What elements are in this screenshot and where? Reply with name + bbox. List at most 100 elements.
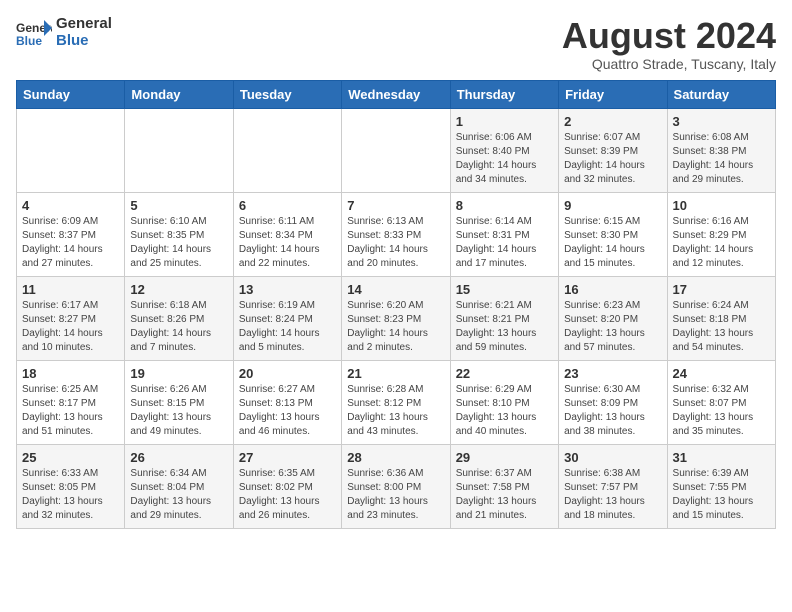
week-row-1: 1Sunrise: 6:06 AM Sunset: 8:40 PM Daylig… xyxy=(17,108,776,192)
calendar-cell: 16 Sunrise: 6:23 AM Sunset: 8:20 PM Dayli… xyxy=(559,276,667,360)
day-number: 17 xyxy=(673,282,770,297)
day-info: Sunrise: 6:11 AM Sunset: 8:34 PM Dayligh… xyxy=(239,215,336,271)
calendar-cell: 24 Sunrise: 6:32 AM Sunset: 8:07 PM Dayli… xyxy=(667,360,775,444)
day-info: Sunrise: 6:18 AM Sunset: 8:26 PM Dayligh… xyxy=(130,299,227,355)
day-info: Sunrise: 6:36 AM Sunset: 8:00 PM Dayligh… xyxy=(347,467,444,523)
day-number: 18 xyxy=(22,366,119,381)
day-info: Sunrise: 6:09 AM Sunset: 8:37 PM Dayligh… xyxy=(22,215,119,271)
day-info: Sunrise: 6:14 AM Sunset: 8:31 PM Dayligh… xyxy=(456,215,553,271)
day-info: Sunrise: 6:32 AM Sunset: 8:07 PM Dayligh… xyxy=(673,383,770,439)
day-info: Sunrise: 6:21 AM Sunset: 8:21 PM Dayligh… xyxy=(456,299,553,355)
day-info: Sunrise: 6:06 AM Sunset: 8:40 PM Dayligh… xyxy=(456,131,553,187)
calendar-cell: 9 Sunrise: 6:15 AM Sunset: 8:30 PM Daylig… xyxy=(559,192,667,276)
calendar-cell: 2 Sunrise: 6:07 AM Sunset: 8:39 PM Daylig… xyxy=(559,108,667,192)
calendar-cell: 7Sunrise: 6:13 AM Sunset: 8:33 PM Daylig… xyxy=(342,192,450,276)
day-number: 28 xyxy=(347,450,444,465)
logo-icon: General Blue xyxy=(16,18,52,48)
logo-general: General xyxy=(56,16,112,33)
weekday-header-thursday: Thursday xyxy=(450,80,558,108)
title-block: August 2024 Quattro Strade, Tuscany, Ita… xyxy=(562,16,776,72)
day-number: 22 xyxy=(456,366,553,381)
day-number: 26 xyxy=(130,450,227,465)
calendar-cell: 20 Sunrise: 6:27 AM Sunset: 8:13 PM Dayli… xyxy=(233,360,341,444)
calendar-cell: 23 Sunrise: 6:30 AM Sunset: 8:09 PM Dayli… xyxy=(559,360,667,444)
calendar-cell: 1Sunrise: 6:06 AM Sunset: 8:40 PM Daylig… xyxy=(450,108,558,192)
day-info: Sunrise: 6:27 AM Sunset: 8:13 PM Dayligh… xyxy=(239,383,336,439)
week-row-5: 25 Sunrise: 6:33 AM Sunset: 8:05 PM Dayli… xyxy=(17,444,776,528)
day-info: Sunrise: 6:24 AM Sunset: 8:18 PM Dayligh… xyxy=(673,299,770,355)
day-info: Sunrise: 6:25 AM Sunset: 8:17 PM Dayligh… xyxy=(22,383,119,439)
day-number: 21 xyxy=(347,366,444,381)
day-number: 31 xyxy=(673,450,770,465)
day-number: 7 xyxy=(347,198,444,213)
logo: General Blue General Blue xyxy=(16,16,112,49)
weekday-header-friday: Friday xyxy=(559,80,667,108)
weekday-header-saturday: Saturday xyxy=(667,80,775,108)
day-number: 10 xyxy=(673,198,770,213)
day-number: 16 xyxy=(564,282,661,297)
calendar-cell: 5 Sunrise: 6:10 AM Sunset: 8:35 PM Daylig… xyxy=(125,192,233,276)
day-number: 6 xyxy=(239,198,336,213)
calendar-cell: 10Sunrise: 6:16 AM Sunset: 8:29 PM Dayli… xyxy=(667,192,775,276)
day-number: 23 xyxy=(564,366,661,381)
day-info: Sunrise: 6:07 AM Sunset: 8:39 PM Dayligh… xyxy=(564,131,661,187)
calendar-table: SundayMondayTuesdayWednesdayThursdayFrid… xyxy=(16,80,776,529)
day-info: Sunrise: 6:10 AM Sunset: 8:35 PM Dayligh… xyxy=(130,215,227,271)
day-number: 9 xyxy=(564,198,661,213)
calendar-cell: 18 Sunrise: 6:25 AM Sunset: 8:17 PM Dayli… xyxy=(17,360,125,444)
day-number: 20 xyxy=(239,366,336,381)
day-info: Sunrise: 6:35 AM Sunset: 8:02 PM Dayligh… xyxy=(239,467,336,523)
calendar-cell: 14 Sunrise: 6:20 AM Sunset: 8:23 PM Dayli… xyxy=(342,276,450,360)
day-info: Sunrise: 6:30 AM Sunset: 8:09 PM Dayligh… xyxy=(564,383,661,439)
day-number: 30 xyxy=(564,450,661,465)
day-number: 5 xyxy=(130,198,227,213)
calendar-cell: 27 Sunrise: 6:35 AM Sunset: 8:02 PM Dayli… xyxy=(233,444,341,528)
day-number: 14 xyxy=(347,282,444,297)
day-number: 12 xyxy=(130,282,227,297)
week-row-3: 11 Sunrise: 6:17 AM Sunset: 8:27 PM Dayli… xyxy=(17,276,776,360)
day-number: 27 xyxy=(239,450,336,465)
day-info: Sunrise: 6:20 AM Sunset: 8:23 PM Dayligh… xyxy=(347,299,444,355)
weekday-header-wednesday: Wednesday xyxy=(342,80,450,108)
calendar-cell xyxy=(233,108,341,192)
day-number: 25 xyxy=(22,450,119,465)
calendar-cell: 3Sunrise: 6:08 AM Sunset: 8:38 PM Daylig… xyxy=(667,108,775,192)
day-number: 13 xyxy=(239,282,336,297)
calendar-cell: 30 Sunrise: 6:38 AM Sunset: 7:57 PM Dayli… xyxy=(559,444,667,528)
weekday-header-tuesday: Tuesday xyxy=(233,80,341,108)
week-row-2: 4 Sunrise: 6:09 AM Sunset: 8:37 PM Daylig… xyxy=(17,192,776,276)
calendar-cell: 31 Sunrise: 6:39 AM Sunset: 7:55 PM Dayli… xyxy=(667,444,775,528)
day-info: Sunrise: 6:33 AM Sunset: 8:05 PM Dayligh… xyxy=(22,467,119,523)
calendar-cell: 11 Sunrise: 6:17 AM Sunset: 8:27 PM Dayli… xyxy=(17,276,125,360)
calendar-cell xyxy=(17,108,125,192)
day-info: Sunrise: 6:29 AM Sunset: 8:10 PM Dayligh… xyxy=(456,383,553,439)
day-info: Sunrise: 6:38 AM Sunset: 7:57 PM Dayligh… xyxy=(564,467,661,523)
calendar-cell xyxy=(342,108,450,192)
calendar-cell: 28 Sunrise: 6:36 AM Sunset: 8:00 PM Dayli… xyxy=(342,444,450,528)
calendar-cell: 15 Sunrise: 6:21 AM Sunset: 8:21 PM Dayli… xyxy=(450,276,558,360)
location-subtitle: Quattro Strade, Tuscany, Italy xyxy=(562,56,776,72)
calendar-cell: 25 Sunrise: 6:33 AM Sunset: 8:05 PM Dayli… xyxy=(17,444,125,528)
weekday-header-sunday: Sunday xyxy=(17,80,125,108)
month-title: August 2024 xyxy=(562,16,776,56)
day-number: 29 xyxy=(456,450,553,465)
calendar-cell: 17 Sunrise: 6:24 AM Sunset: 8:18 PM Dayli… xyxy=(667,276,775,360)
calendar-cell: 8Sunrise: 6:14 AM Sunset: 8:31 PM Daylig… xyxy=(450,192,558,276)
calendar-cell: 13 Sunrise: 6:19 AM Sunset: 8:24 PM Dayli… xyxy=(233,276,341,360)
day-number: 11 xyxy=(22,282,119,297)
day-info: Sunrise: 6:37 AM Sunset: 7:58 PM Dayligh… xyxy=(456,467,553,523)
svg-text:Blue: Blue xyxy=(16,34,42,48)
logo-blue: Blue xyxy=(56,33,112,50)
day-info: Sunrise: 6:39 AM Sunset: 7:55 PM Dayligh… xyxy=(673,467,770,523)
day-number: 4 xyxy=(22,198,119,213)
day-number: 19 xyxy=(130,366,227,381)
day-number: 24 xyxy=(673,366,770,381)
calendar-cell: 22 Sunrise: 6:29 AM Sunset: 8:10 PM Dayli… xyxy=(450,360,558,444)
day-info: Sunrise: 6:23 AM Sunset: 8:20 PM Dayligh… xyxy=(564,299,661,355)
day-number: 2 xyxy=(564,114,661,129)
day-number: 15 xyxy=(456,282,553,297)
day-info: Sunrise: 6:19 AM Sunset: 8:24 PM Dayligh… xyxy=(239,299,336,355)
day-info: Sunrise: 6:17 AM Sunset: 8:27 PM Dayligh… xyxy=(22,299,119,355)
day-info: Sunrise: 6:15 AM Sunset: 8:30 PM Dayligh… xyxy=(564,215,661,271)
day-number: 3 xyxy=(673,114,770,129)
